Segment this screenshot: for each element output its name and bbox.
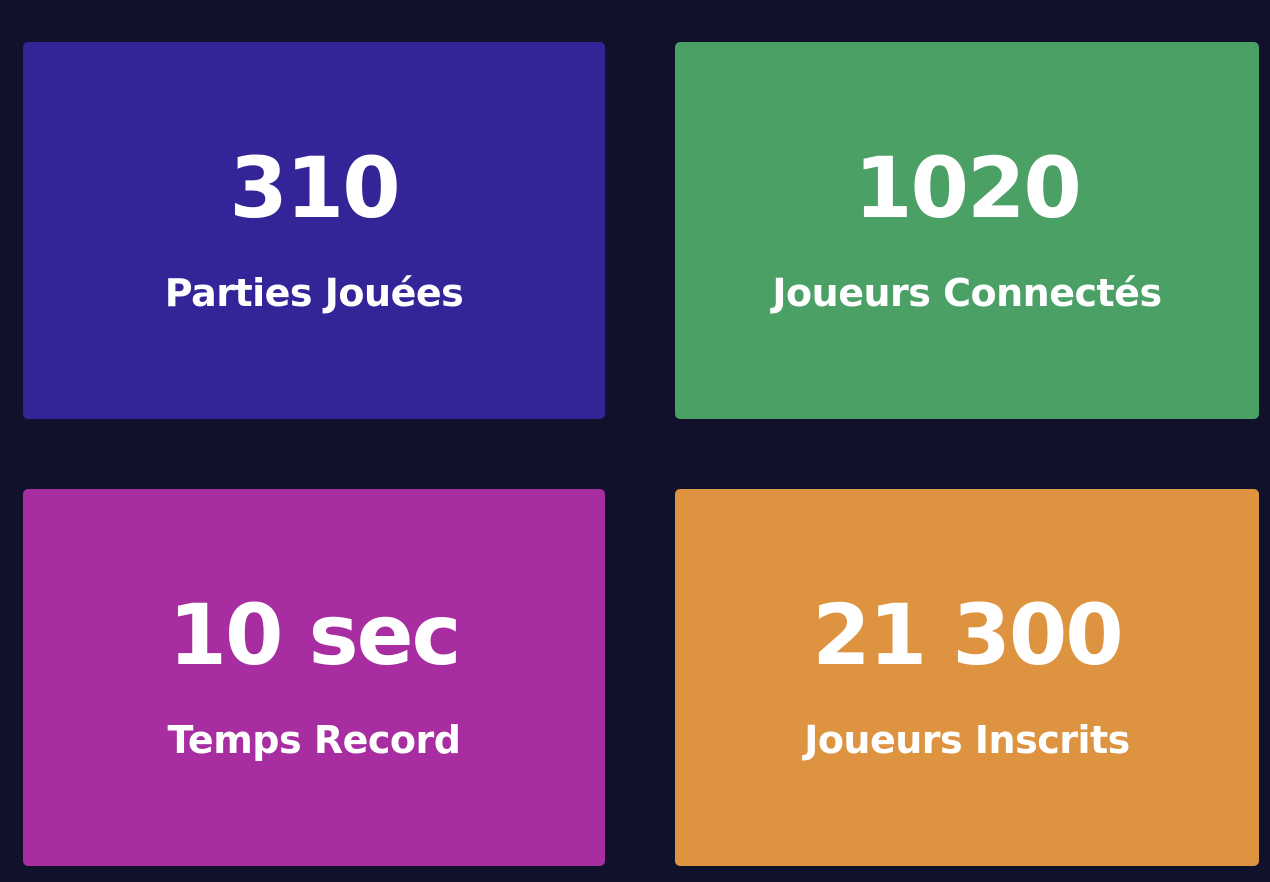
stat-value: 21 300 bbox=[812, 586, 1123, 684]
stat-label: Temps Record bbox=[167, 718, 461, 762]
stats-grid: 310 Parties Jouées 1020 Joueurs Connecté… bbox=[0, 0, 1270, 882]
stat-label: Joueurs Inscrits bbox=[804, 718, 1130, 762]
stat-label: Parties Jouées bbox=[164, 271, 464, 315]
stat-card-games-played: 310 Parties Jouées bbox=[23, 42, 605, 419]
stat-value: 10 sec bbox=[168, 586, 462, 684]
stat-card-record-time: 10 sec Temps Record bbox=[23, 489, 605, 866]
stat-label: Joueurs Connectés bbox=[772, 271, 1162, 315]
stat-card-connected-players: 1020 Joueurs Connectés bbox=[675, 42, 1259, 419]
stat-value: 1020 bbox=[854, 139, 1082, 237]
stat-card-registered-players: 21 300 Joueurs Inscrits bbox=[675, 489, 1259, 866]
stat-value: 310 bbox=[229, 139, 400, 237]
